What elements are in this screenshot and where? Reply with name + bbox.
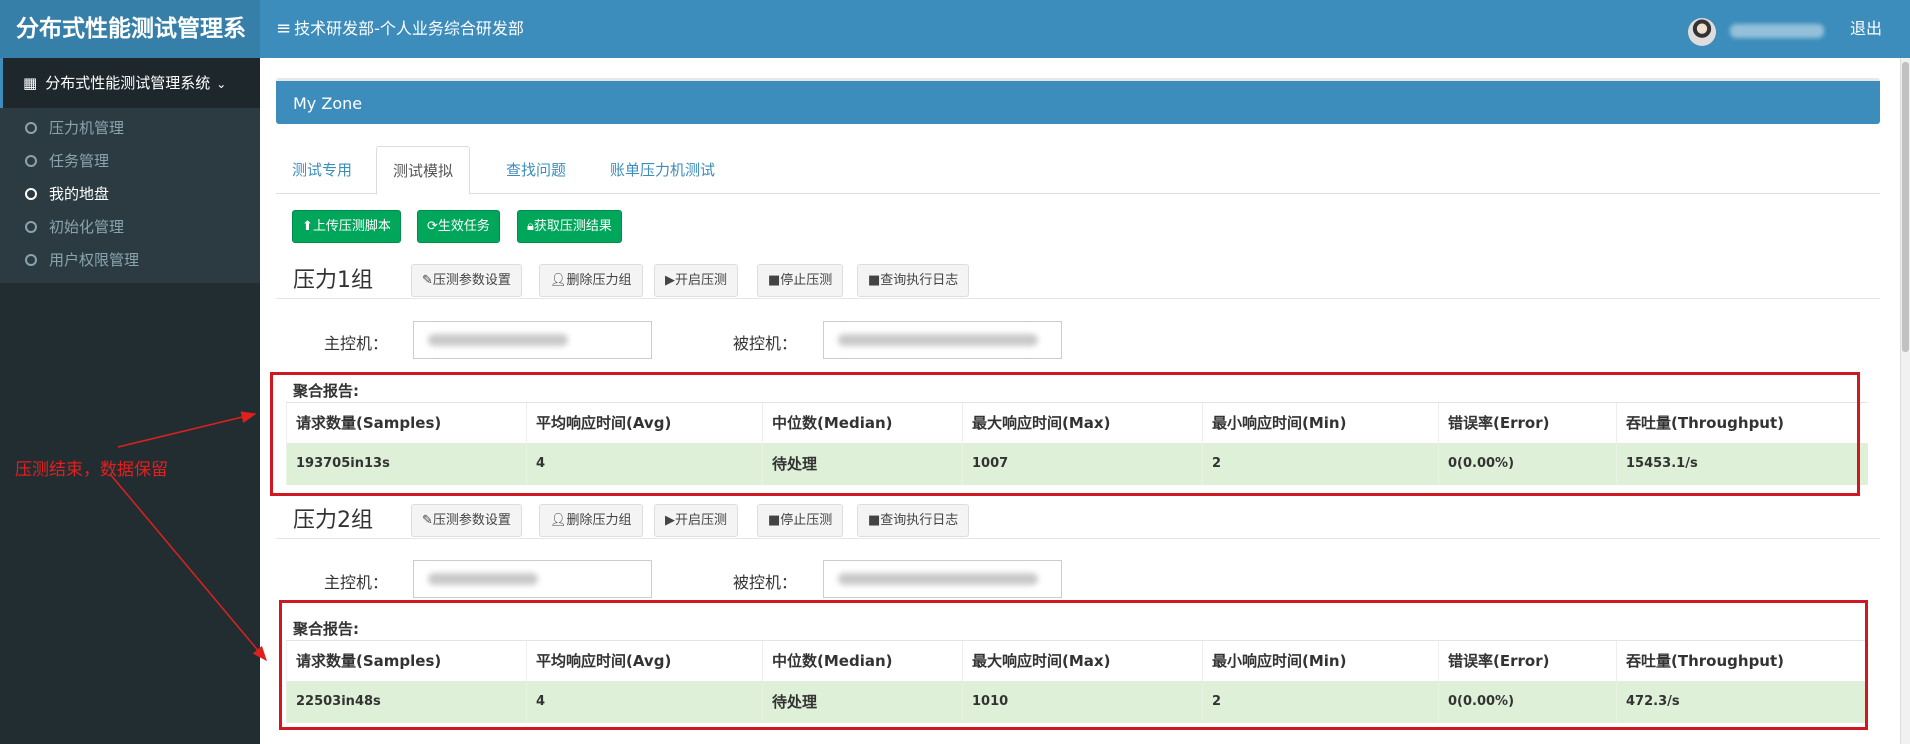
sidebar-item-label: 用户权限管理 [49, 251, 140, 269]
button-label: 获取压测结果 [533, 219, 612, 234]
group-1-log-button[interactable]: ■查询执行日志 [857, 264, 970, 297]
vertical-scrollbar[interactable] [1900, 58, 1910, 744]
group-2-stop-button[interactable]: ■停止压测 [757, 504, 844, 537]
play-icon: ▶ [665, 273, 675, 288]
group-2-slave-label: 被控机： [733, 573, 798, 592]
tab-test-dedicated[interactable]: 测试专用 [276, 146, 368, 194]
sidebar-item-label: 压力机管理 [49, 119, 125, 137]
stop-icon: ■ [768, 513, 781, 528]
circle-icon [25, 221, 37, 233]
pencil-icon: ✎ [422, 513, 433, 528]
sidebar-item-init[interactable]: 初始化管理 [0, 211, 260, 244]
department-label: 技术研发部-个人业务综合研发部 [294, 19, 524, 38]
button-label: 停止压测 [780, 513, 833, 528]
fetch-results-button[interactable]: 🔒︎获取压测结果 [517, 210, 622, 243]
scrollbar-thumb[interactable] [1902, 62, 1909, 352]
blurred-value [838, 334, 1038, 346]
group-2-title: 压力2组 [293, 508, 373, 533]
tab-bar: 测试专用 测试模拟 查找问题 账单压力机测试 [276, 146, 1880, 195]
stop-icon: ■ [868, 513, 881, 528]
sidebar-item-label: 初始化管理 [49, 218, 125, 236]
group-1-title: 压力1组 [293, 268, 373, 293]
group-2-params-button[interactable]: ✎压测参数设置 [411, 504, 522, 537]
sidebar-item-label: 任务管理 [49, 152, 110, 170]
divider [276, 298, 1880, 299]
group-1-master-label: 主控机： [324, 334, 389, 353]
circle-icon [25, 122, 37, 134]
tab-find-issues[interactable]: 查找问题 [490, 146, 582, 194]
top-navbar: 分布式性能测试管理系 ≡ 技术研发部-个人业务综合研发部 退出 [0, 0, 1910, 58]
activate-task-button[interactable]: ⟳生效任务 [417, 210, 500, 243]
lock-icon: 🔒︎ [527, 219, 534, 234]
button-label: 压测参数设置 [432, 273, 511, 288]
group-1-slave-label: 被控机： [733, 334, 798, 353]
button-label: 开启压测 [675, 273, 728, 288]
button-label: 删除压力组 [566, 273, 632, 288]
group-1-delete-button[interactable]: 👤︎删除压力组 [539, 264, 643, 297]
play-icon: ▶ [665, 513, 675, 528]
button-label: 上传压测脚本 [312, 219, 391, 234]
user-icon: 👤︎ [550, 273, 567, 288]
sidebar-item-tasks[interactable]: 任务管理 [0, 145, 260, 178]
annotation-box-group-1 [270, 372, 1860, 496]
stop-icon: ■ [768, 273, 781, 288]
group-2-master-input[interactable] [413, 560, 652, 598]
stop-icon: ■ [868, 273, 881, 288]
button-label: 生效任务 [437, 219, 490, 234]
group-2-master-label: 主控机： [324, 573, 389, 592]
group-2-delete-button[interactable]: 👤︎删除压力组 [539, 504, 643, 537]
app-logo-title[interactable]: 分布式性能测试管理系 [0, 0, 260, 58]
group-1-slave-input[interactable] [823, 321, 1062, 359]
divider [276, 538, 1880, 539]
group-1-stop-button[interactable]: ■停止压测 [757, 264, 844, 297]
blurred-value [428, 573, 538, 585]
group-1-master-input[interactable] [413, 321, 652, 359]
annotation-box-group-2 [279, 600, 1868, 730]
button-label: 查询执行日志 [880, 273, 959, 288]
pencil-icon: ✎ [422, 273, 433, 288]
group-1-params-button[interactable]: ✎压测参数设置 [411, 264, 522, 297]
sidebar-section-header[interactable]: ▦ 分布式性能测试管理系统 ⌄ [0, 58, 260, 108]
department-toggle[interactable]: ≡ 技术研发部-个人业务综合研发部 [276, 0, 524, 58]
sidebar-menu: 压力机管理 任务管理 我的地盘 初始化管理 用户权限管理 [0, 108, 260, 283]
table-grid-icon: ▦ [23, 74, 38, 92]
sidebar: ▦ 分布式性能测试管理系统 ⌄ 压力机管理 任务管理 我的地盘 初始化管理 用户权限… [0, 58, 260, 744]
upload-icon: ⬆ [302, 219, 313, 234]
tab-billing-stress-test[interactable]: 账单压力机测试 [594, 146, 731, 194]
blurred-value [428, 334, 568, 346]
button-label: 停止压测 [780, 273, 833, 288]
user-icon: 👤︎ [550, 513, 567, 528]
circle-icon [25, 155, 37, 167]
username-blurred[interactable] [1730, 24, 1824, 38]
button-label: 压测参数设置 [432, 513, 511, 528]
circle-icon [25, 188, 37, 200]
user-avatar[interactable] [1688, 18, 1716, 46]
circle-icon [25, 254, 37, 266]
group-2-slave-input[interactable] [823, 560, 1062, 598]
sidebar-item-stress-machines[interactable]: 压力机管理 [0, 112, 260, 145]
sidebar-item-permissions[interactable]: 用户权限管理 [0, 244, 260, 277]
group-1-start-button[interactable]: ▶开启压测 [654, 264, 739, 297]
upload-script-button[interactable]: ⬆上传压测脚本 [292, 210, 401, 243]
logout-link[interactable]: 退出 [1850, 0, 1882, 58]
annotation-text: 压测结束，数据保留 [15, 460, 168, 480]
group-2-start-button[interactable]: ▶开启压测 [654, 504, 739, 537]
chevron-down-icon: ⌄ [216, 77, 227, 91]
sidebar-item-label: 我的地盘 [49, 185, 110, 203]
box-title: My Zone [276, 78, 1880, 124]
sidebar-item-my-zone[interactable]: 我的地盘 [0, 178, 260, 211]
tab-test-simulation[interactable]: 测试模拟 [376, 146, 471, 195]
button-label: 开启压测 [675, 513, 728, 528]
button-label: 查询执行日志 [880, 513, 959, 528]
button-label: 删除压力组 [566, 513, 632, 528]
refresh-icon: ⟳ [427, 219, 438, 234]
sidebar-section-label: 分布式性能测试管理系统 [45, 74, 211, 92]
group-2-log-button[interactable]: ■查询执行日志 [857, 504, 970, 537]
hamburger-menu-icon[interactable]: ≡ [276, 18, 291, 39]
blurred-value [838, 573, 1038, 585]
